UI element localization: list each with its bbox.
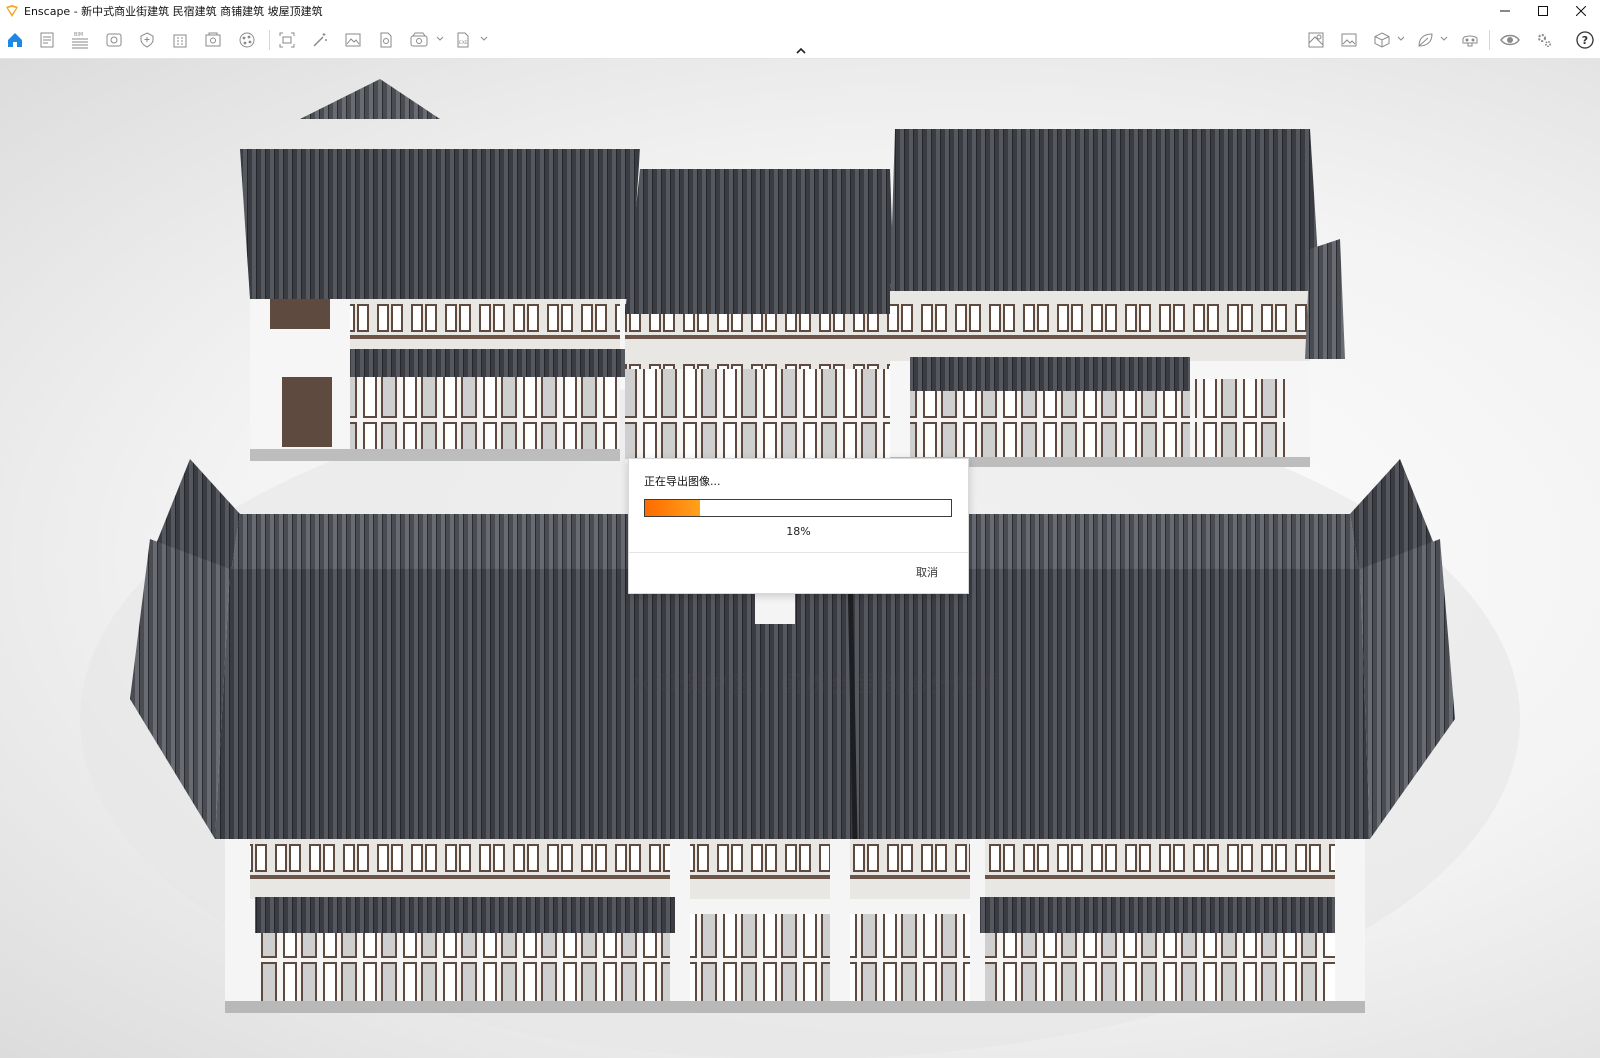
help-button[interactable]: ? — [1574, 29, 1596, 51]
panorama-button[interactable] — [408, 29, 430, 51]
exe-export-dropdown[interactable] — [480, 34, 488, 44]
collapse-toolbar-icon[interactable] — [794, 46, 808, 56]
image-icon — [345, 33, 361, 47]
magic-icon — [313, 33, 327, 47]
home-icon — [8, 33, 22, 47]
panorama-icon — [410, 32, 428, 47]
chevron-down-icon — [480, 36, 488, 41]
maximize-icon — [1538, 6, 1548, 16]
leaf-button[interactable] — [1414, 29, 1436, 51]
leaf-dropdown[interactable] — [1440, 34, 1448, 44]
maximize-button[interactable] — [1524, 0, 1562, 22]
close-icon — [1576, 6, 1586, 16]
enscape-logo-icon — [6, 5, 18, 17]
minimize-icon — [1500, 10, 1510, 12]
eye-icon — [1500, 34, 1520, 46]
cancel-button[interactable]: 取消 — [916, 564, 938, 580]
visual-settings-button[interactable] — [1499, 29, 1521, 51]
chevron-down-icon — [1397, 36, 1405, 41]
screenshot-button[interactable] — [276, 29, 298, 51]
toolbar-divider — [269, 30, 270, 50]
help-icon: ? — [1576, 31, 1594, 49]
watermark-text: 水印保护区，画质会受到部分影响 — [630, 673, 1006, 698]
asset-icon — [140, 32, 154, 48]
chevron-down-icon — [1440, 36, 1448, 41]
magic-button[interactable] — [309, 29, 331, 51]
minimize-button[interactable] — [1486, 0, 1524, 22]
material-icon — [239, 32, 255, 48]
leaf-icon — [1418, 33, 1433, 47]
vr-button[interactable] — [1459, 29, 1481, 51]
cube-icon — [1374, 32, 1390, 48]
vr-headset-icon — [1462, 35, 1478, 47]
map-button[interactable] — [1305, 29, 1327, 51]
map-icon — [1308, 32, 1324, 48]
gallery-icon — [1341, 33, 1357, 47]
window-title: Enscape - 新中式商业街建筑 民宿建筑 商铺建筑 坡屋顶建筑 — [24, 5, 323, 18]
close-button[interactable] — [1562, 0, 1600, 22]
progress-percent: 18% — [786, 525, 811, 538]
export-icon — [380, 32, 392, 48]
gallery-button[interactable] — [1338, 29, 1360, 51]
dialog-title: 正在导出图像... — [644, 475, 721, 488]
cube-dropdown[interactable] — [1397, 34, 1405, 44]
chevron-down-icon — [436, 36, 444, 41]
library-button[interactable] — [202, 29, 224, 51]
title-bar: Enscape - 新中式商业街建筑 民宿建筑 商铺建筑 坡屋顶建筑 — [0, 0, 1600, 22]
shield-button[interactable] — [136, 29, 158, 51]
views-button[interactable] — [103, 29, 125, 51]
document-icon — [40, 32, 54, 48]
screenshot-icon — [279, 32, 295, 48]
home-button[interactable] — [4, 29, 26, 51]
svg-text:?: ? — [1582, 34, 1588, 47]
library-icon — [205, 32, 221, 47]
toolbar-divider — [1489, 30, 1490, 50]
notes-button[interactable] — [36, 29, 58, 51]
building-button[interactable] — [169, 29, 191, 51]
panorama-dropdown[interactable] — [436, 34, 444, 44]
dialog-divider — [629, 552, 968, 553]
bim-button[interactable]: BIM — [69, 29, 91, 51]
image-button[interactable] — [342, 29, 364, 51]
svg-text:BIM: BIM — [74, 32, 83, 38]
exe-export-icon: EXE — [457, 32, 469, 48]
export-progress-dialog: 正在导出图像... 18% 取消 — [628, 458, 969, 594]
view-icon — [106, 33, 122, 47]
building-icon — [173, 34, 187, 48]
bim-list-icon: BIM — [72, 32, 88, 49]
settings-icon — [1538, 34, 1552, 48]
svg-text:EXE: EXE — [459, 40, 468, 46]
exe-export-button[interactable]: EXE — [452, 29, 474, 51]
material-button[interactable] — [236, 29, 258, 51]
progress-fill — [645, 500, 701, 516]
export-button[interactable] — [375, 29, 397, 51]
cube-button[interactable] — [1371, 29, 1393, 51]
settings-button[interactable] — [1533, 29, 1555, 51]
export-progress-bar — [644, 499, 952, 517]
